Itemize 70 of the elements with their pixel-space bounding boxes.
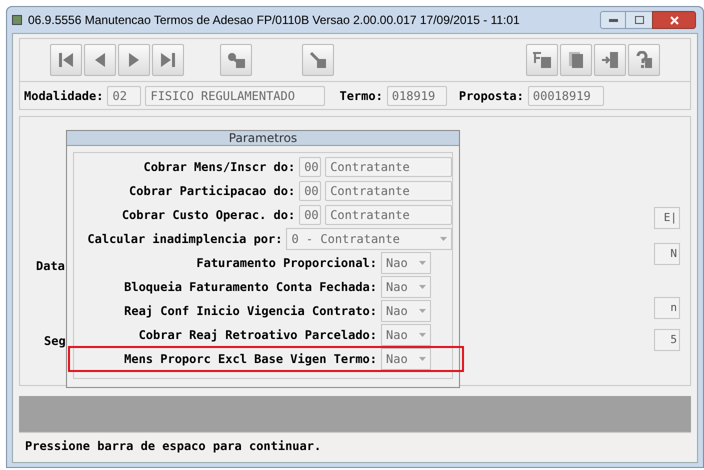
- pencil-icon: [309, 51, 327, 69]
- background-field: E|: [654, 207, 680, 229]
- dropdown[interactable]: Nao: [381, 276, 431, 298]
- key-button[interactable]: [220, 44, 252, 76]
- background-field: n: [654, 297, 680, 319]
- value-field[interactable]: Contratante: [325, 181, 452, 201]
- proposta-label: Proposta:: [458, 88, 524, 104]
- caret-icon: [419, 357, 426, 361]
- minimize-button[interactable]: [600, 11, 626, 29]
- dropdown[interactable]: 0 - Contratante: [286, 228, 452, 250]
- code-field[interactable]: 00: [299, 181, 322, 201]
- help-button[interactable]: [628, 44, 660, 76]
- value-field[interactable]: Contratante: [325, 205, 452, 225]
- close-icon: [670, 16, 678, 24]
- next-icon: [128, 52, 140, 68]
- pages-icon: [568, 51, 584, 69]
- door-icon: [601, 51, 619, 69]
- dropdown[interactable]: Nao: [381, 324, 431, 346]
- maximize-icon: [634, 16, 644, 24]
- report-button[interactable]: [526, 44, 558, 76]
- maximize-button[interactable]: [626, 11, 652, 29]
- previous-icon: [94, 52, 106, 68]
- code-field[interactable]: 00: [299, 205, 322, 225]
- last-button[interactable]: [152, 44, 184, 76]
- parameter-label: Mens Proporc Excl Base Vigen Termo:: [123, 351, 377, 368]
- edit-button[interactable]: [302, 44, 334, 76]
- modalidade-name-field[interactable]: FISICO REGULAMENTADO: [145, 86, 326, 106]
- pages-button[interactable]: [560, 44, 592, 76]
- close-button[interactable]: [652, 11, 696, 29]
- previous-button[interactable]: [84, 44, 116, 76]
- dialog-title: Parametros: [228, 130, 298, 147]
- value-field[interactable]: Contratante: [325, 157, 452, 177]
- key-icon: [226, 51, 246, 69]
- minimize-icon: [608, 18, 618, 22]
- first-icon: [58, 52, 74, 68]
- next-button[interactable]: [118, 44, 150, 76]
- dropdown[interactable]: Nao: [381, 300, 431, 322]
- modalidade-code-field[interactable]: 02: [107, 86, 142, 106]
- proposta-field[interactable]: 00018919: [528, 86, 604, 106]
- modalidade-label: Modalidade:: [24, 88, 104, 104]
- termo-field[interactable]: 018919: [386, 86, 447, 106]
- caret-icon: [419, 261, 426, 265]
- document-icon: [532, 51, 552, 69]
- code-field[interactable]: 00: [299, 157, 322, 177]
- status-text: Pressione barra de espaco para continuar.: [25, 438, 322, 454]
- field-label: Data: [36, 258, 65, 275]
- parameter-label: Cobrar Custo Operac. do:: [120, 207, 296, 224]
- exit-button[interactable]: [594, 44, 626, 76]
- caret-icon: [419, 309, 426, 313]
- caret-icon: [419, 285, 426, 289]
- help-icon: [635, 51, 653, 69]
- field-label: Seg: [44, 333, 66, 350]
- caret-icon: [419, 333, 426, 337]
- dropdown[interactable]: Nao: [381, 348, 431, 370]
- window-title: 06.9.5556 Manutencao Termos de Adesao FP/0110B Versao 2.00.00.017 17/09/2015 - 11:01: [28, 12, 520, 29]
- parameter-label: Calcular inadimplencia por:: [86, 231, 282, 248]
- background-field: 5: [654, 329, 680, 351]
- caret-icon: [440, 237, 447, 241]
- parameter-label: Reaj Conf Inicio Vigencia Contrato:: [123, 303, 377, 320]
- first-button[interactable]: [50, 44, 82, 76]
- parameter-label: Cobrar Participacao do:: [128, 183, 296, 200]
- parameter-label: Cobrar Mens/Inscr do:: [142, 159, 296, 176]
- last-icon: [160, 52, 176, 68]
- parameter-label: Cobrar Reaj Retroativo Parcelado:: [138, 327, 377, 344]
- parameter-label: Bloqueia Faturamento Conta Fechada:: [123, 279, 377, 296]
- background-field: N: [654, 243, 680, 265]
- app-icon: [12, 15, 22, 25]
- parameter-label: Faturamento Proporcional:: [195, 255, 377, 272]
- dropdown[interactable]: Nao: [381, 252, 431, 274]
- termo-label: Termo:: [339, 88, 383, 104]
